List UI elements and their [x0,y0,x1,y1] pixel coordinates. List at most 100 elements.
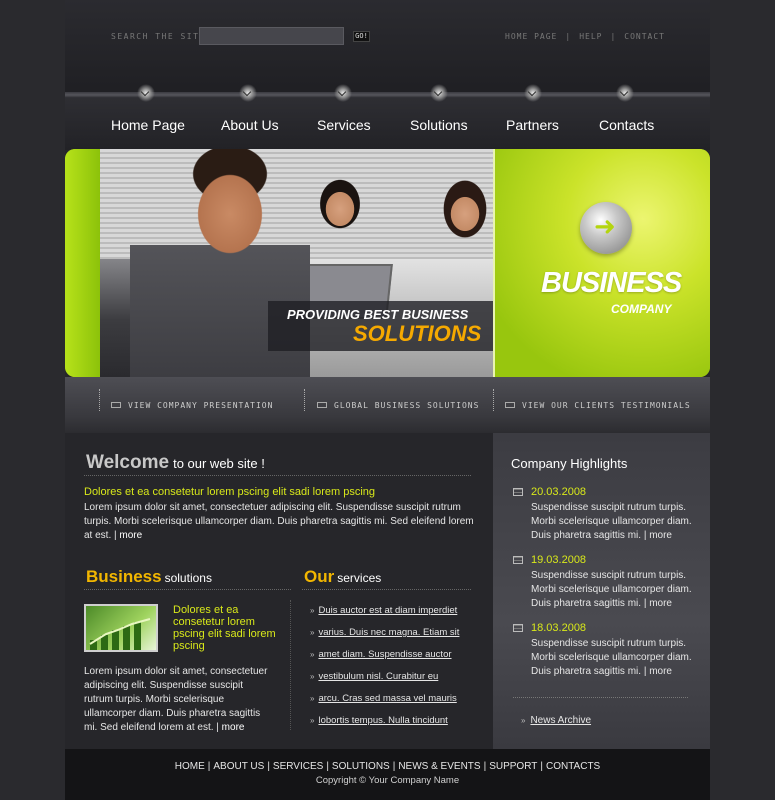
news-date: 18.03.2008 [531,622,587,634]
welcome-more-link[interactable]: more [119,530,142,541]
link-client-testimonials[interactable]: VIEW OUR CLIENTS TESTIMONIALS [505,401,691,410]
service-link[interactable]: » lobortis tempus. Nulla tincidunt [310,715,448,726]
service-link[interactable]: » varius. Duis nec magna. Etiam sit [310,627,459,638]
news-text: Suspendisse suscipit rutrum turpis. Morb… [531,502,692,541]
link-global-solutions[interactable]: GLOBAL BUSINESS SOLUTIONS [317,401,479,410]
service-link[interactable]: » amet diam. Suspendisse auctor [310,649,452,660]
arrow-right-icon[interactable]: ➜ [580,202,632,254]
nav-glow-chevron-icon [239,84,257,102]
testimonial-icon [505,401,515,408]
service-link-label: varius. Duis nec magna. Etiam sit [318,627,460,638]
top-link-help[interactable]: HELP [579,32,602,41]
service-link[interactable]: » vestibulum nisl. Curabitur eu [310,671,438,682]
nav-glow-chevron-icon [524,84,542,102]
service-link-label: amet diam. Suspendisse auctor [318,649,452,660]
service-link[interactable]: » arcu. Cras sed massa vel mauris [310,693,457,704]
top-link-separator: | [565,32,572,41]
services-subtitle: services [337,571,382,585]
bullet-icon: » [310,672,315,681]
link-label: VIEW COMPANY PRESENTATION [128,401,274,410]
business-lead: Dolores et ea consetetur lorem pscing el… [173,604,276,652]
business-body: Lorem ipsum dolor sit amet, consectetuer… [84,666,268,733]
bullet-icon: » [310,716,315,725]
service-link-label: Duis auctor est at diam imperdiet [318,605,458,616]
footer-separator: | [326,761,329,772]
news-text: Suspendisse suscipit rutrum turpis. Morb… [531,638,692,677]
news-icon [513,488,523,496]
footer-separator: | [392,761,396,772]
search-label: SEARCH THE SITE [111,32,206,41]
highlights-title: Company Highlights [511,456,628,471]
growth-bars-icon [89,618,151,650]
banner-left-strip [65,149,100,377]
hero-banner: PROVIDING BEST BUSINESS SOLUTIONS ➜ BUSI… [65,149,710,377]
news-more-link[interactable]: more [649,666,672,677]
footer-link-home[interactable]: HOME [175,761,205,772]
footer-link-support[interactable]: SUPPORT [489,761,537,772]
news-date: 20.03.2008 [531,486,587,498]
business-more-link[interactable]: more [222,722,245,733]
nav-item-home[interactable]: Home Page [111,117,185,133]
column-separator [290,600,291,730]
top-bar [65,0,710,96]
go-button[interactable]: GO! [353,31,370,42]
link-label: VIEW OUR CLIENTS TESTIMONIALS [522,401,691,410]
welcome-heading: Welcome to our web site ! [86,452,265,474]
banner-caption-line1: PROVIDING BEST BUSINESS [287,307,469,322]
divider [513,697,688,698]
copyright: Copyright © Your Company Name [315,775,460,786]
news-archive-label: News Archive [530,715,592,726]
news-more-link[interactable]: more [649,530,672,541]
welcome-lead: Dolores et ea consetetur lorem pscing el… [84,486,376,498]
news-icon [513,556,523,564]
nav-glow-chevron-icon [137,84,155,102]
news-archive-link[interactable]: » News Archive [521,715,591,726]
top-link-home[interactable]: HOME PAGE [505,32,557,41]
footer-link-contacts[interactable]: CONTACTS [546,761,600,772]
link-bar-separator [493,389,494,411]
banner-divider [493,149,495,377]
nav-item-solutions[interactable]: Solutions [410,117,468,133]
footer-separator: | [207,761,211,772]
link-company-presentation[interactable]: VIEW COMPANY PRESENTATION [111,401,273,410]
welcome-text: Lorem ipsum dolor sit amet, consectetuer… [84,502,474,541]
nav-item-about[interactable]: About Us [221,117,279,133]
nav-glow-chevron-icon [334,84,352,102]
footer-link-news[interactable]: NEWS & EVENTS [398,761,480,772]
footer-link-services[interactable]: SERVICES [273,761,323,772]
service-link-label: vestibulum nisl. Curabitur eu [318,671,439,682]
search-input[interactable] [199,27,344,45]
services-heading: Our services [304,567,381,587]
service-link[interactable]: » Duis auctor est at diam imperdiet [310,605,457,616]
divider [84,475,471,476]
nav-item-services[interactable]: Services [317,117,371,133]
service-link-label: arcu. Cras sed massa vel mauris [318,693,457,704]
bullet-icon: » [521,716,526,725]
business-heading: Business solutions [86,567,212,587]
bullet-icon: » [310,694,315,703]
welcome-subtitle: to our web site ! [173,456,265,471]
service-link-label: lobortis tempus. Nulla tincidunt [318,715,448,726]
business-title: Business [86,567,162,586]
news-more-link[interactable]: more [649,598,672,609]
news-text: Suspendisse suscipit rutrum turpis. Morb… [531,570,692,609]
nav-item-partners[interactable]: Partners [506,117,559,133]
top-link-contact[interactable]: CONTACT [624,32,665,41]
nav-divider-line [65,92,710,98]
footer-links: HOME | ABOUT US | SERVICES | SOLUTIONS | NEWS & … [0,761,775,772]
news-icon [513,624,523,632]
photo-colleague [430,169,500,289]
business-subtitle: solutions [164,571,212,585]
globe-doc-icon [317,401,327,408]
footer-link-solutions[interactable]: SOLUTIONS [332,761,390,772]
nav-item-contacts[interactable]: Contacts [599,117,654,133]
top-link-separator: | [610,32,617,41]
banner-brand-panel: ➜ BUSINESS COMPANY [493,149,710,377]
brand-subtitle: COMPANY [611,302,672,316]
services-title: Our [304,567,335,586]
divider [302,589,471,590]
footer-separator: | [267,761,270,772]
footer-link-about[interactable]: ABOUT US [213,761,264,772]
footer-separator: | [540,761,543,772]
divider [84,589,291,590]
